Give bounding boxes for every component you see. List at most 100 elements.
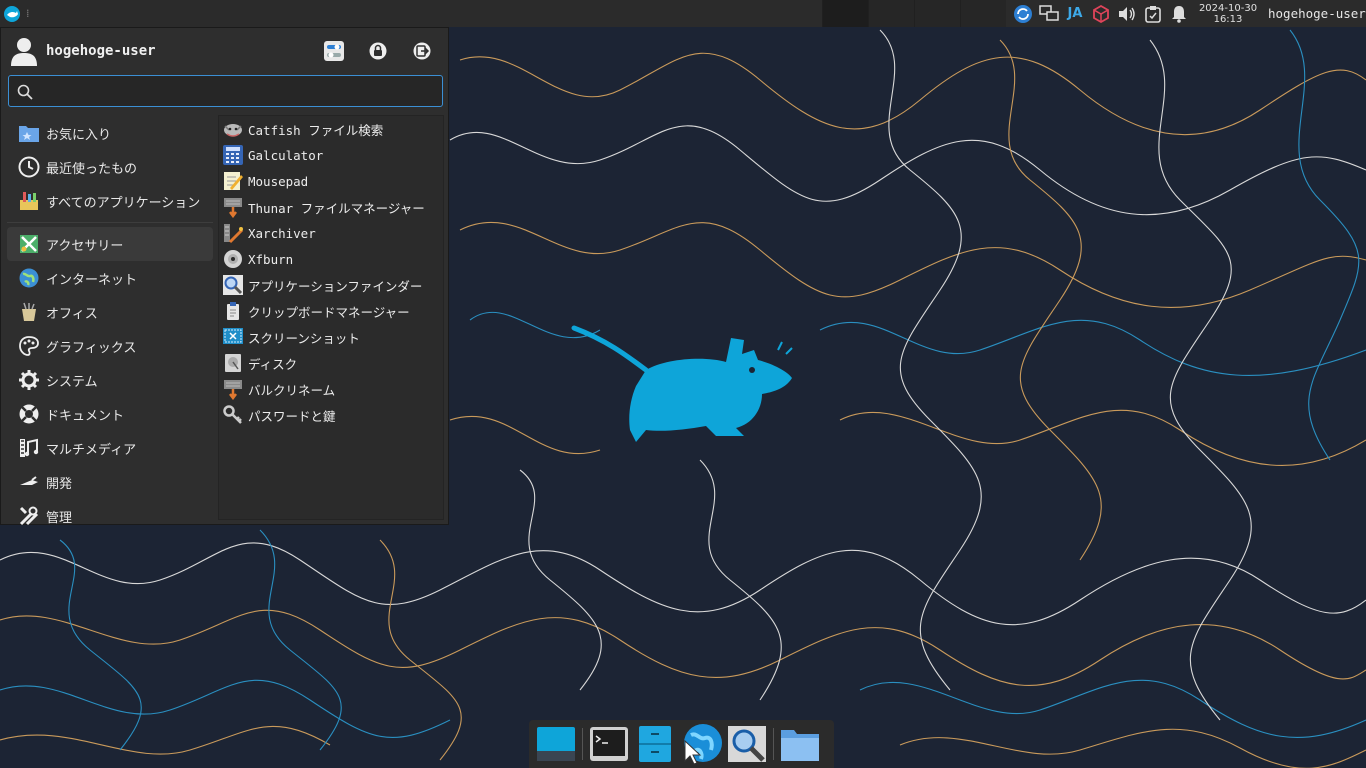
dock-home-folder[interactable] (777, 722, 823, 766)
trowel-icon (20, 476, 38, 485)
category-list: お気に入り 最近使ったもの すべてのアプリケーション アクセサリー インターネッ… (7, 116, 213, 533)
workspace-1[interactable] (822, 0, 868, 27)
help-lifebuoy-icon (19, 404, 39, 424)
category-label: 最近使ったもの (46, 161, 138, 177)
lock-screen-button[interactable] (366, 39, 390, 63)
magnifier-icon (223, 275, 243, 295)
log-out-button[interactable] (410, 39, 434, 63)
app-label: Catfish ファイル検索 (248, 122, 384, 138)
app-label: Mousepad (248, 173, 309, 189)
archive-icon (224, 224, 244, 244)
app-xfburn[interactable]: Xfburn (219, 246, 443, 272)
top-panel: ⁞ JA 2024-10-30 16:13 hogehoge-user (0, 0, 1366, 27)
category-multimedia[interactable]: マルチメディア (7, 431, 213, 465)
calculator-icon (223, 145, 243, 165)
category-documents[interactable]: ドキュメント (7, 397, 213, 431)
package-icon (1093, 4, 1109, 23)
category-label: オフィス (46, 306, 98, 322)
menu-header: hogehoge-user (1, 28, 450, 74)
tray-volume-icon[interactable] (1114, 0, 1140, 27)
tray-update-icon[interactable] (1010, 0, 1036, 27)
terminal-icon (590, 727, 628, 761)
dock-app-finder[interactable] (724, 722, 770, 766)
category-system[interactable]: システム (7, 363, 213, 397)
clock-time: 16:13 (1213, 13, 1243, 25)
app-clipboard-manager[interactable]: クリップボードマネージャー (219, 298, 443, 324)
office-icon (22, 302, 36, 321)
app-bulk-rename[interactable]: バルクリネーム (219, 376, 443, 402)
tray-notification-icon[interactable] (1166, 0, 1192, 27)
app-thunar[interactable]: Thunar ファイルマネージャー (219, 194, 443, 220)
dock-web-browser[interactable] (678, 722, 724, 766)
category-label: 管理 (46, 510, 73, 526)
bulk-rename-icon (224, 380, 242, 400)
search-field[interactable] (8, 75, 443, 107)
category-favorites[interactable]: お気に入り (7, 116, 213, 150)
app-label: Xarchiver (248, 225, 316, 241)
app-disks[interactable]: ディスク (219, 350, 443, 376)
show-desktop-icon (537, 727, 575, 761)
tools-icon (19, 506, 39, 526)
app-passwords-keys[interactable]: パスワードと鍵 (219, 402, 443, 428)
user-avatar-icon (11, 38, 37, 66)
xfce-mouse-logo (571, 325, 793, 442)
panel-clock[interactable]: 2024-10-30 16:13 (1198, 3, 1258, 25)
file-manager-icon (639, 726, 671, 762)
tray-package-icon[interactable] (1088, 0, 1114, 27)
film-music-icon (20, 438, 39, 457)
dock-file-manager[interactable] (632, 722, 678, 766)
palette-icon (19, 336, 39, 356)
category-recent[interactable]: 最近使ったもの (7, 150, 213, 184)
dock-show-desktop[interactable] (533, 722, 579, 766)
app-screenshot[interactable]: スクリーンショット (219, 324, 443, 350)
folder-icon (781, 730, 819, 761)
text-editor-icon (224, 172, 243, 190)
category-all-apps[interactable]: すべてのアプリケーション (7, 184, 213, 218)
tray-clipboard-icon[interactable] (1140, 0, 1166, 27)
app-label: スクリーンショット (248, 330, 360, 346)
application-menu: hogehoge-user お気に入り 最近使ったもの すべてのアプリケーション (0, 27, 450, 526)
search-input[interactable] (39, 80, 434, 102)
clock-date: 2024-10-30 (1198, 2, 1258, 14)
app-galculator[interactable]: Galculator (219, 142, 443, 168)
app-mousepad[interactable]: Mousepad (219, 168, 443, 194)
disk-icon (225, 354, 241, 372)
category-internet[interactable]: インターネット (7, 261, 213, 295)
input-language-label: JA (1067, 6, 1083, 21)
category-office[interactable]: オフィス (7, 295, 213, 329)
whisker-menu-button[interactable] (0, 0, 24, 27)
category-label: マルチメディア (46, 442, 137, 458)
workspace-2[interactable] (868, 0, 914, 27)
panel-handle[interactable]: ⁞ (26, 7, 29, 20)
category-label: すべてのアプリケーション (46, 195, 201, 211)
favorites-folder-icon (19, 126, 39, 142)
lock-icon (369, 42, 387, 60)
globe-icon (19, 268, 39, 288)
tray-input-method[interactable]: JA (1062, 0, 1088, 27)
accessories-icon (20, 235, 38, 253)
dock-separator (582, 728, 583, 760)
workspace-switcher (822, 0, 1006, 27)
tray-network-icon[interactable] (1036, 0, 1062, 27)
xfce-logo-icon (4, 5, 20, 22)
app-catfish[interactable]: Catfish ファイル検索 (219, 116, 443, 142)
catfish-icon (224, 124, 242, 137)
category-development[interactable]: 開発 (7, 465, 213, 499)
workspace-4[interactable] (960, 0, 1006, 27)
app-xarchiver[interactable]: Xarchiver (219, 220, 443, 246)
category-label: インターネット (46, 272, 138, 288)
menu-username: hogehoge-user (46, 43, 156, 59)
workspace-3[interactable] (914, 0, 960, 27)
app-label: アプリケーションファインダー (248, 278, 423, 294)
category-administration[interactable]: 管理 (7, 499, 213, 533)
dock-terminal[interactable] (586, 722, 632, 766)
panel-username[interactable]: hogehoge-user (1268, 6, 1366, 21)
settings-manager-button[interactable] (322, 39, 346, 63)
app-finder-icon (728, 726, 766, 762)
update-icon (1014, 4, 1032, 23)
category-accessories[interactable]: アクセサリー (7, 227, 213, 261)
app-appfinder[interactable]: アプリケーションファインダー (219, 272, 443, 298)
category-graphics[interactable]: グラフィックス (7, 329, 213, 363)
app-label: クリップボードマネージャー (248, 304, 410, 320)
app-label: Galculator (248, 147, 324, 163)
